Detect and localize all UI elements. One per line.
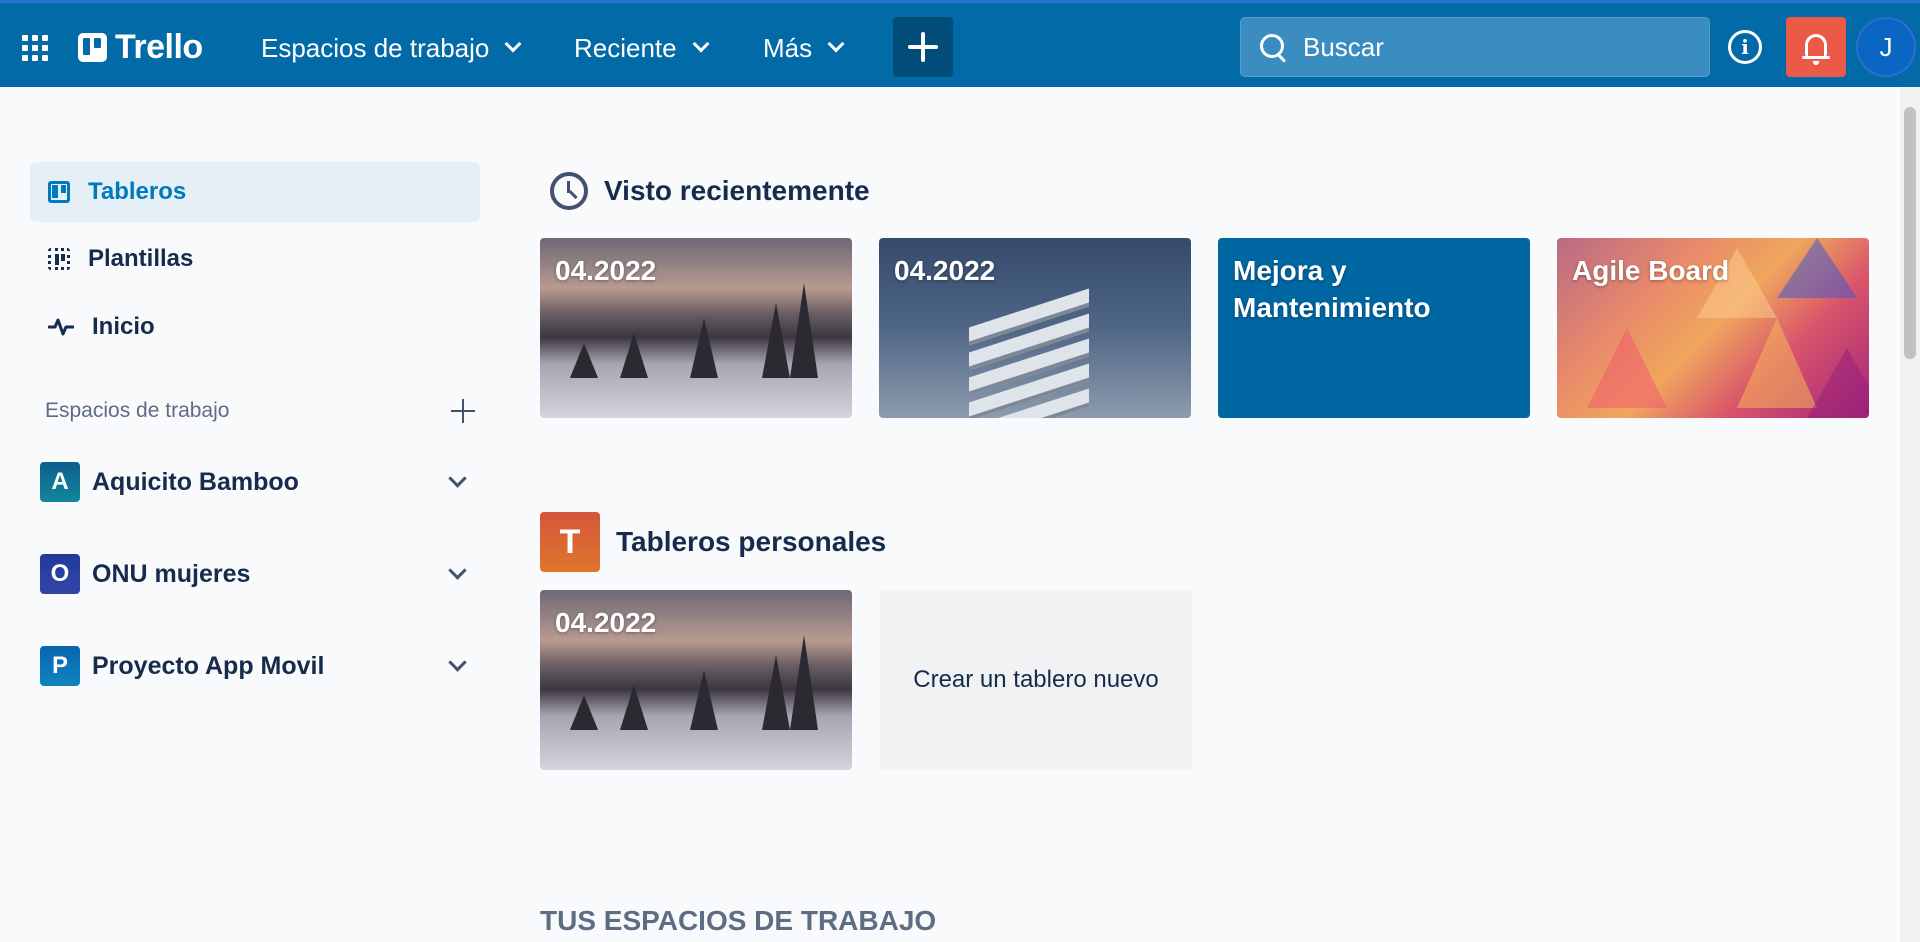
tree-decoration <box>570 343 598 378</box>
menu-label: Más <box>763 32 813 63</box>
page-scrollbar[interactable] <box>1900 87 1920 942</box>
section-title: Visto recientemente <box>604 175 870 206</box>
create-board-label: Crear un tablero nuevo <box>913 666 1159 693</box>
polygon-decoration <box>1807 348 1869 418</box>
tree-decoration <box>790 283 818 378</box>
menu-label: Espacios de trabajo <box>261 32 490 63</box>
activity-icon <box>48 318 74 336</box>
board-title: 04.2022 <box>555 607 657 638</box>
boards-icon <box>48 181 70 203</box>
board-title: Agile Board <box>1572 255 1730 286</box>
board-title: 04.2022 <box>894 255 996 286</box>
workspaces-label: Espacios de trabajo <box>45 399 230 422</box>
menu-reciente[interactable]: Reciente <box>574 30 710 66</box>
trello-logo-icon <box>78 32 107 62</box>
board-tile[interactable]: 04.2022 <box>879 238 1191 418</box>
clock-icon <box>550 172 588 210</box>
recently-viewed-header: Visto recientemente <box>550 172 870 210</box>
sidebar-item-label: Plantillas <box>88 245 194 272</box>
workspace-badge: A <box>40 462 80 502</box>
workspaces-section-header: Espacios de trabajo <box>45 396 475 426</box>
add-workspace-icon[interactable] <box>451 399 475 423</box>
chevron-down-icon <box>692 35 710 53</box>
tree-decoration <box>570 695 598 730</box>
workspace-name: Aquicito Bamboo <box>92 467 299 496</box>
personal-boards-header: T Tableros personales <box>540 512 886 572</box>
chevron-down-icon[interactable] <box>448 652 467 672</box>
sidebar-item-plantillas[interactable]: Plantillas <box>30 229 480 289</box>
create-board-tile[interactable]: Crear un tablero nuevo <box>880 590 1192 770</box>
sidebar-item-inicio[interactable]: Inicio <box>30 297 480 357</box>
workspace-name: Proyecto App Movil <box>92 651 325 680</box>
workspace-badge: P <box>40 646 80 686</box>
account-avatar[interactable]: J <box>1856 17 1916 77</box>
board-title: 04.2022 <box>555 255 657 286</box>
chevron-down-icon[interactable] <box>448 560 467 580</box>
top-navigation-bar: Trello Espacios de trabajo Reciente Más … <box>0 0 1920 87</box>
tree-decoration <box>762 303 790 378</box>
workspace-aquicito-bamboo[interactable]: A Aquicito Bamboo <box>40 460 480 504</box>
bell-icon <box>1802 34 1830 65</box>
section-title: Tableros personales <box>616 526 887 557</box>
info-icon[interactable]: i <box>1728 30 1762 64</box>
sidebar-item-tableros[interactable]: Tableros <box>30 162 480 222</box>
trello-logo[interactable]: Trello <box>78 27 203 66</box>
board-tile[interactable]: Agile Board <box>1557 238 1869 418</box>
tree-decoration <box>762 655 790 730</box>
chevron-down-icon[interactable] <box>448 468 467 488</box>
tree-decoration <box>790 635 818 730</box>
your-workspaces-heading: TUS ESPACIOS DE TRABAJO <box>540 905 937 936</box>
menu-mas[interactable]: Más <box>763 30 845 66</box>
chevron-down-icon <box>827 35 845 53</box>
chevron-down-icon <box>504 35 522 53</box>
workspace-proyecto-app-movil[interactable]: P Proyecto App Movil <box>40 644 480 688</box>
sidebar-item-label: Inicio <box>92 313 155 340</box>
search-input[interactable] <box>1303 31 1683 63</box>
menu-label: Reciente <box>574 32 677 63</box>
board-tile[interactable]: 04.2022 <box>540 590 852 770</box>
menu-espacios-de-trabajo[interactable]: Espacios de trabajo <box>261 30 522 66</box>
tree-decoration <box>690 318 718 378</box>
board-title: Mejora y Mantenimiento <box>1233 255 1431 323</box>
search-icon <box>1259 33 1287 61</box>
workspace-name: ONU mujeres <box>92 559 251 588</box>
app-name: Trello <box>115 27 203 66</box>
app-switcher-icon[interactable] <box>20 33 50 63</box>
polygon-decoration <box>1737 318 1817 408</box>
tree-decoration <box>620 333 648 378</box>
sidebar-item-label: Tableros <box>88 178 187 205</box>
workspace-onu-mujeres[interactable]: O ONU mujeres <box>40 552 480 596</box>
notifications-button[interactable] <box>1786 17 1846 77</box>
board-tile[interactable]: 04.2022 <box>540 238 852 418</box>
tree-decoration <box>690 670 718 730</box>
search-box[interactable] <box>1240 17 1710 77</box>
personal-workspace-badge: T <box>540 512 600 572</box>
create-button[interactable] <box>893 17 953 77</box>
tree-decoration <box>620 685 648 730</box>
board-tile[interactable]: Mejora y Mantenimiento <box>1218 238 1530 418</box>
workspace-badge: O <box>40 554 80 594</box>
scrollbar-thumb[interactable] <box>1904 107 1916 359</box>
templates-icon <box>48 248 70 270</box>
polygon-decoration <box>1587 328 1667 408</box>
